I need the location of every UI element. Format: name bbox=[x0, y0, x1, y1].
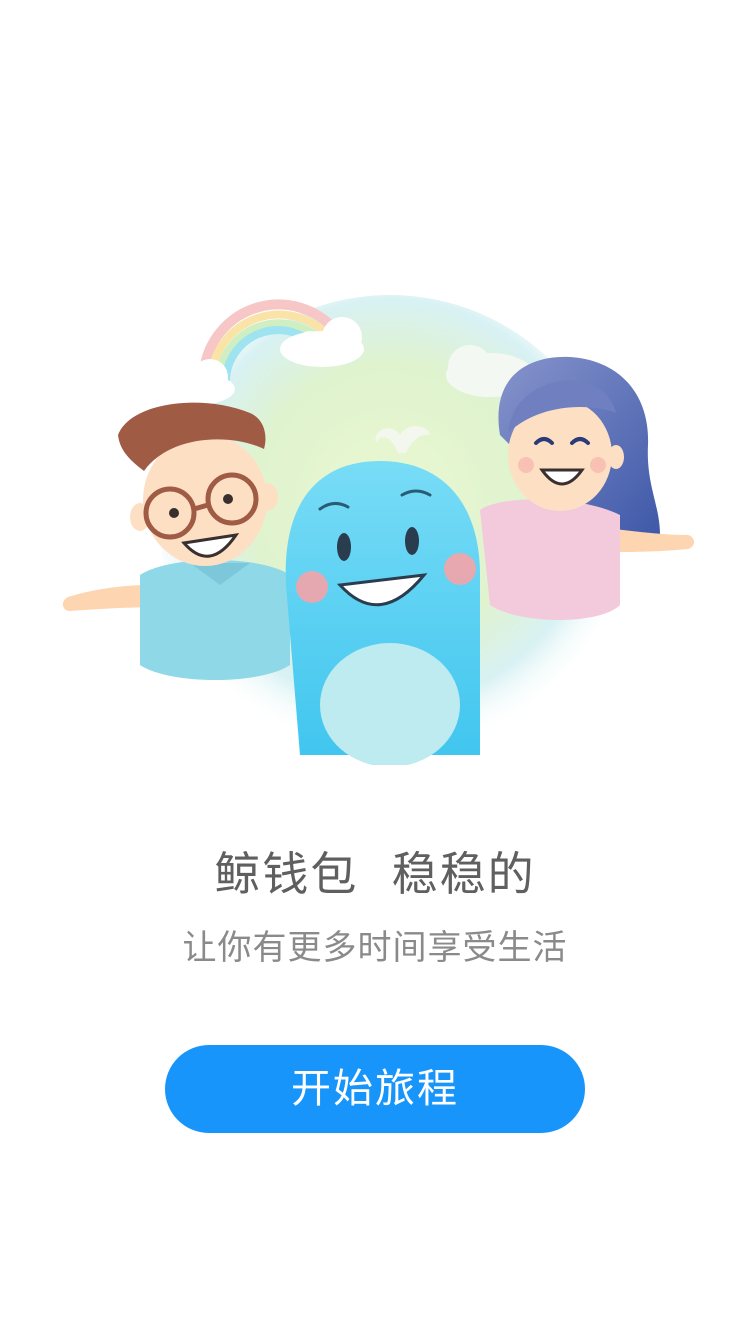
splash-screen: 鲸钱包 稳稳的 让你有更多时间享受生活 开始旅程 bbox=[0, 0, 750, 1334]
subtitle: 让你有更多时间享受生活 bbox=[182, 928, 568, 968]
hero-illustration bbox=[60, 285, 700, 765]
start-journey-button[interactable]: 开始旅程 bbox=[165, 1045, 585, 1133]
headline: 鲸钱包 稳稳的 bbox=[214, 847, 536, 901]
